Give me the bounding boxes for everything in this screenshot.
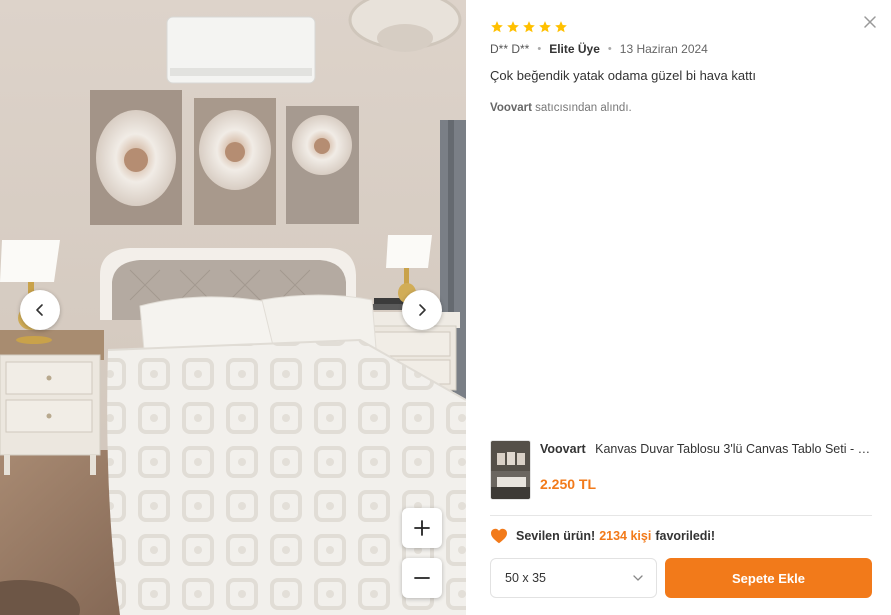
product-thumbnail[interactable] — [490, 440, 531, 500]
chevron-down-icon — [633, 575, 643, 581]
size-select[interactable]: 50 x 35 — [490, 558, 657, 598]
star-icon — [555, 21, 567, 33]
size-select-value: 50 x 35 — [505, 571, 547, 585]
product-brand: Voovart — [540, 442, 586, 456]
close-icon — [864, 16, 876, 28]
heart-icon — [491, 528, 507, 544]
separator-dot: • — [537, 43, 542, 55]
chevron-right-icon — [419, 304, 426, 316]
seller-info: Voovart satıcısından alındı. — [490, 102, 632, 114]
seller-suffix: satıcısından alındı. — [535, 102, 632, 114]
divider — [490, 515, 872, 516]
product-card[interactable]: Voovart Kanvas Duvar Tablosu 3'lü Canvas… — [490, 440, 876, 500]
plus-icon — [414, 520, 430, 536]
zoom-out-button[interactable] — [402, 558, 442, 598]
previous-photo-button[interactable] — [20, 290, 60, 330]
close-button[interactable] — [862, 14, 878, 30]
favorites-tail: favoriledi! — [655, 529, 716, 543]
user-badge: Elite Üye — [549, 42, 600, 56]
star-icon — [539, 21, 551, 33]
add-to-cart-button[interactable]: Sepete Ekle — [665, 558, 872, 598]
review-photo — [0, 0, 466, 615]
product-title[interactable]: Voovart Kanvas Duvar Tablosu 3'lü Canvas… — [540, 442, 876, 456]
review-date: 13 Haziran 2024 — [619, 42, 708, 56]
next-photo-button[interactable] — [402, 290, 442, 330]
favorites-lead: Sevilen ürün! — [516, 529, 596, 543]
review-comment: Çok beğendik yatak odama güzel bi hava k… — [490, 68, 756, 83]
review-detail-panel: D** D** • Elite Üye • 13 Haziran 2024 Ço… — [466, 0, 891, 615]
product-thumbnail-image — [491, 441, 530, 499]
separator-dot: • — [607, 43, 612, 55]
review-meta: D** D** • Elite Üye • 13 Haziran 2024 — [490, 42, 708, 56]
review-photo-viewer — [0, 0, 466, 615]
favorites-count: 2134 kişi — [599, 529, 652, 543]
zoom-in-button[interactable] — [402, 508, 442, 548]
seller-name: Voovart — [490, 102, 532, 114]
review-author: D** D** — [490, 42, 530, 56]
rating-stars — [490, 20, 568, 34]
product-price: 2.250 TL — [540, 476, 597, 492]
favorites-info: Sevilen ürün! 2134 kişi favoriledi! — [490, 528, 715, 544]
star-icon — [523, 21, 535, 33]
star-icon — [507, 21, 519, 33]
minus-icon — [414, 577, 430, 579]
star-icon — [491, 21, 503, 33]
product-name: Kanvas Duvar Tablosu 3'lü Canvas Tablo S… — [595, 442, 876, 456]
chevron-left-icon — [36, 304, 43, 316]
